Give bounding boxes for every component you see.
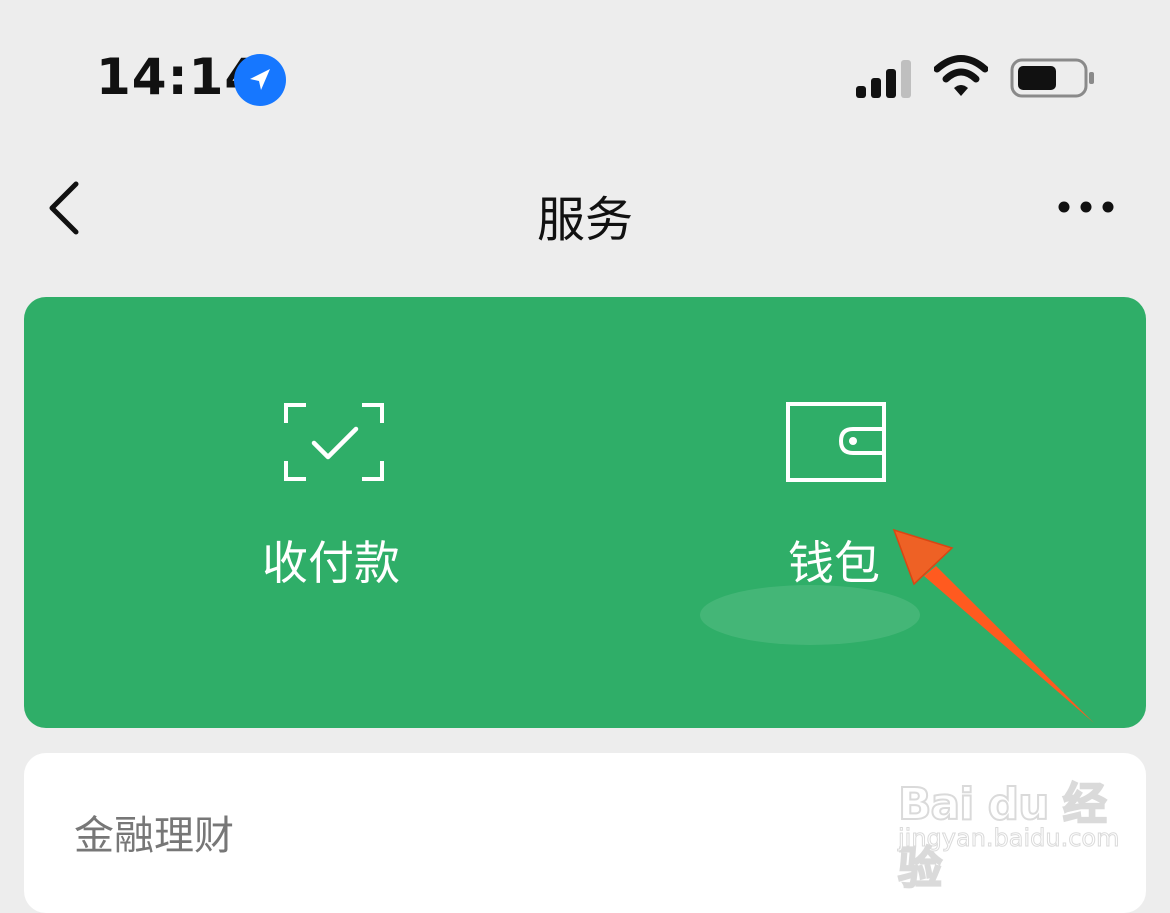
payment-wallet-card: 收付款 钱包 (24, 297, 1146, 728)
pay-receive-button[interactable]: 收付款 (24, 297, 585, 728)
battery-icon (1010, 58, 1094, 98)
scan-check-icon (284, 403, 384, 481)
page-title: 服务 (536, 192, 633, 248)
cellular-signal-icon (856, 60, 911, 98)
status-bar: 14:14 (0, 0, 1170, 150)
more-button[interactable] (1054, 190, 1118, 224)
wallet-label: 钱包 (788, 536, 880, 590)
more-dots-icon (1058, 201, 1114, 213)
baidu-watermark: Bai du 经验 jingyan.baidu.com (896, 748, 1120, 895)
watermark-url: jingyan.baidu.com (897, 824, 1120, 853)
wallet-icon (786, 402, 886, 482)
location-arrow-icon (234, 54, 286, 106)
wallet-button[interactable]: 钱包 (585, 297, 1146, 728)
nav-bar: 服务 (0, 150, 1170, 270)
wifi-icon (934, 55, 988, 96)
finance-section-title: 金融理财 (74, 813, 234, 859)
pay-receive-label: 收付款 (262, 536, 400, 590)
